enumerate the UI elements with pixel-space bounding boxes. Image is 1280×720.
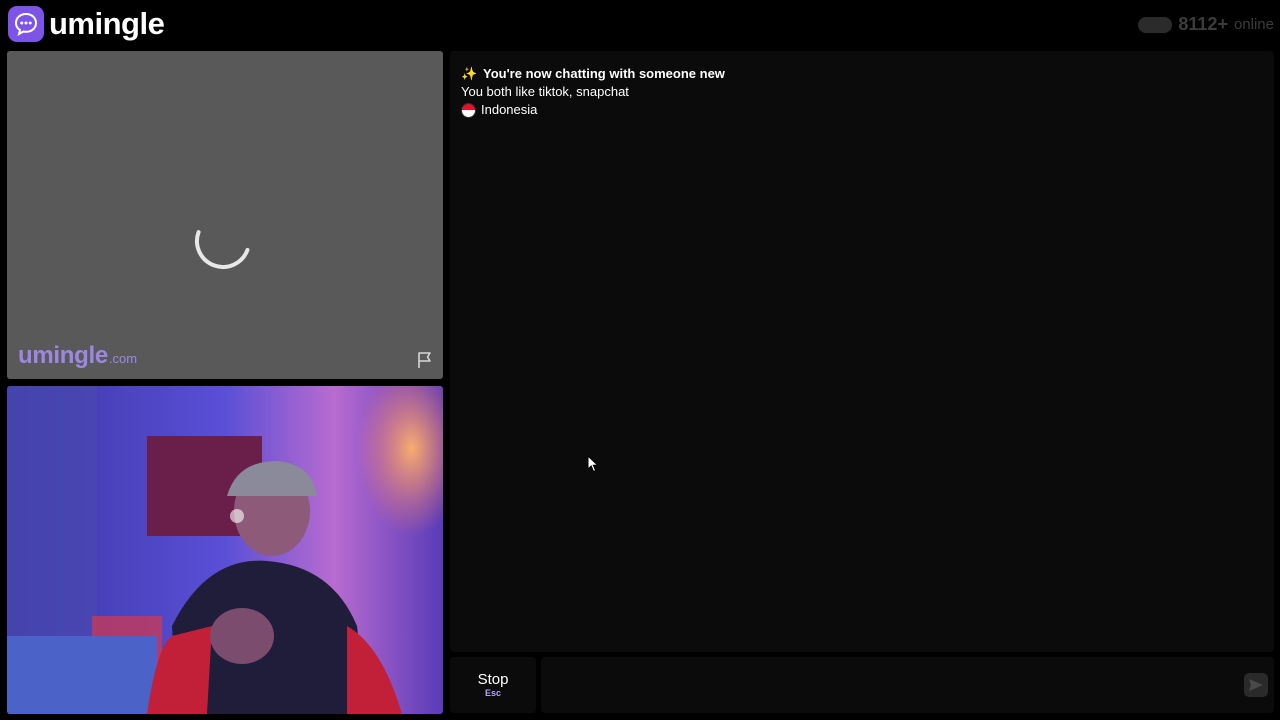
online-count: 8112+ xyxy=(1178,14,1228,34)
stop-shortcut: Esc xyxy=(484,687,501,698)
status-text: You're now chatting with someone new xyxy=(483,66,725,81)
chat-panel: ✨ You're now chatting with someone new Y… xyxy=(450,51,1274,652)
message-input[interactable] xyxy=(541,657,1231,713)
stop-button[interactable]: Stop Esc xyxy=(450,657,536,713)
self-video xyxy=(7,386,443,714)
online-counter: 8112+ online xyxy=(1138,14,1274,35)
interests-text: You both like tiktok, snapchat xyxy=(461,84,629,99)
umingle-watermark: umingle .com xyxy=(18,342,137,370)
system-message-interests: You both like tiktok, snapchat xyxy=(461,83,725,101)
stop-label: Stop xyxy=(477,670,509,688)
send-button[interactable] xyxy=(1244,673,1268,697)
chat-bubble-icon xyxy=(8,6,44,42)
logo-text: umingle xyxy=(49,6,165,41)
sparkles-icon: ✨ xyxy=(461,66,478,81)
system-message-country: Indonesia xyxy=(461,101,725,119)
stranger-video: umingle .com xyxy=(7,51,443,379)
online-label: online xyxy=(1233,16,1274,33)
watermark-domain: .com xyxy=(108,351,138,366)
country-text: Indonesia xyxy=(481,102,538,117)
online-toggle-icon xyxy=(1138,16,1173,33)
chat-messages: ✨ You're now chatting with someone new Y… xyxy=(461,65,725,119)
mouse-cursor-icon xyxy=(587,455,599,473)
report-flag-icon[interactable] xyxy=(415,350,435,370)
send-arrow-icon xyxy=(1249,679,1263,691)
site-logo[interactable]: umingle xyxy=(8,6,165,42)
indonesia-flag-icon xyxy=(461,102,476,118)
top-header: umingle 8112+ online xyxy=(0,0,1280,50)
camera-feed-image xyxy=(7,386,443,714)
system-message-new-chat: ✨ You're now chatting with someone new xyxy=(461,65,725,83)
loading-spinner-icon xyxy=(195,230,250,269)
watermark-main: umingle xyxy=(18,342,108,369)
message-box xyxy=(541,657,1274,713)
